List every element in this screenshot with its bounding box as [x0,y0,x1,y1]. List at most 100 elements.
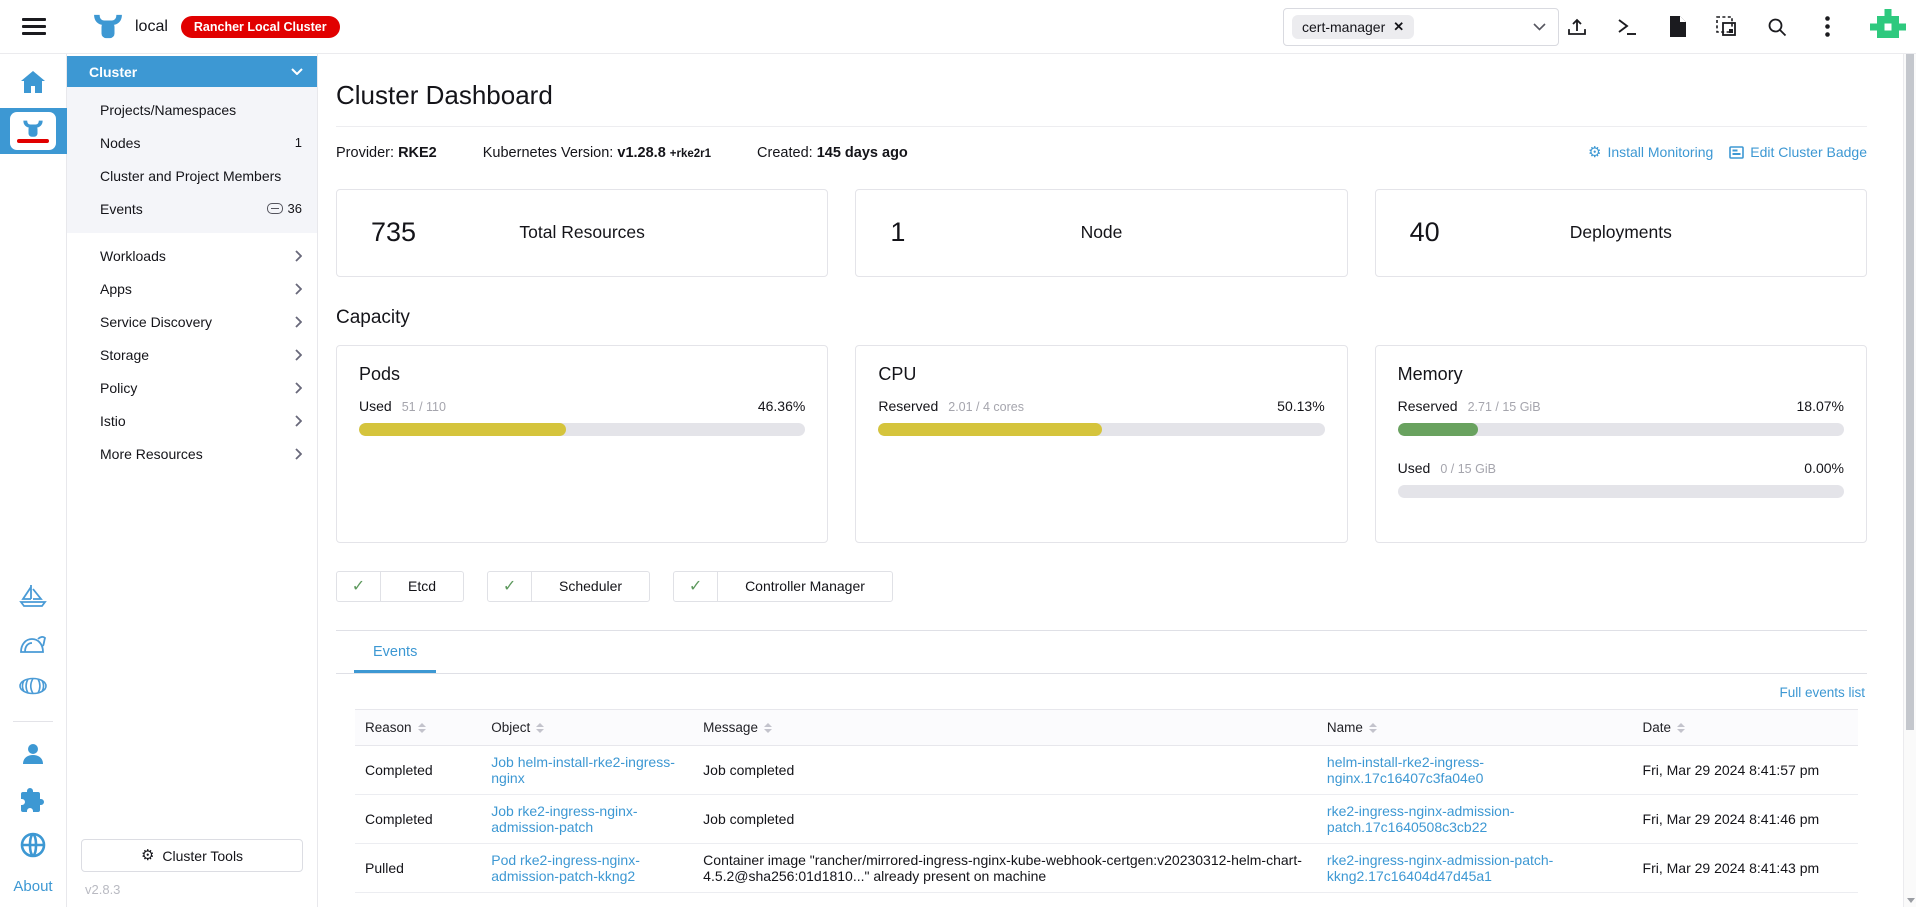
chevron-right-icon [295,282,302,295]
pods-capacity-card: Pods Used 51 / 110 46.36% [336,344,829,543]
cluster-badge: Rancher Local Cluster [180,15,340,38]
event-name-link[interactable]: helm-install-rke2-ingress-nginx.17c16407… [1327,754,1484,786]
sort-icon [763,722,772,733]
scrollbar-thumb[interactable] [1906,54,1914,730]
kebab-menu-icon[interactable] [1816,16,1838,38]
namespace-filter-dropdown[interactable]: cert-manager ✕ [1283,8,1559,46]
event-badge-icon [266,203,283,214]
cluster-management-icon[interactable] [19,631,47,655]
file-icon[interactable] [1666,16,1688,38]
event-object-link[interactable]: Job rke2-ingress-nginx-admission-patch [491,803,637,835]
event-object-link[interactable]: Pod rke2-ingress-nginx-admission-patch-k… [491,852,640,884]
events-panel: Events Full events list Reason Object Me… [336,629,1867,893]
sidebar-item-policy[interactable]: Policy [67,371,317,404]
event-name-link[interactable]: rke2-ingress-nginx-admission-patch-kkng2… [1327,852,1553,884]
rail-divider [13,721,53,722]
continuous-delivery-icon[interactable] [18,677,48,695]
check-icon: ✓ [337,571,381,601]
copy-snapshot-icon[interactable] [1716,15,1738,38]
events-count: 36 [287,201,302,216]
events-table-header: Reason Object Message Name Date [355,708,1858,746]
rancher-logo-icon [93,14,123,40]
home-icon[interactable] [20,70,46,94]
event-name-link[interactable]: rke2-ingress-nginx-admission-patch.17c16… [1327,803,1515,835]
user-avatar[interactable] [1870,8,1906,45]
memory-capacity-card: Memory Reserved 2.71 / 15 GiB 18.07% Use… [1374,344,1867,543]
sidebar-item-istio[interactable]: Istio [67,404,317,437]
kubectl-shell-icon[interactable] [1616,16,1638,38]
edit-cluster-badge-link[interactable]: Edit Cluster Badge [1729,144,1867,160]
chevron-right-icon [295,315,302,328]
gear-icon: ⚙ [140,847,155,864]
namespace-filter-chip: cert-manager ✕ [1292,15,1415,39]
column-object[interactable]: Object [481,708,694,746]
sidebar-item-more-resources[interactable]: More Resources [67,437,317,470]
gear-icon: ⚙ [1587,143,1602,161]
chevron-right-icon [295,381,302,394]
chevron-down-icon [291,68,303,75]
cpu-capacity-card: CPU Reserved 2.01 / 4 cores 50.13% [855,344,1348,543]
sidebar-section-cluster[interactable]: Cluster [67,56,317,87]
event-message: Container image "rancher/mirrored-ingres… [693,843,1317,893]
sidebar-item-nodes[interactable]: Nodes 1 [67,126,317,159]
full-events-list-link[interactable]: Full events list [1779,685,1865,700]
title-divider [336,126,1867,127]
globe-icon[interactable] [20,832,46,858]
column-name[interactable]: Name [1316,708,1633,746]
pods-progress-bar [359,422,806,436]
events-table: Reason Object Message Name Date Complete… [355,708,1858,893]
sidebar-groups: Workloads Apps Service Discovery Storage… [67,233,317,470]
event-reason: Pulled [355,843,482,893]
event-row: Completed Job helm-install-rke2-ingress-… [355,745,1858,795]
about-link[interactable]: About [13,878,52,895]
deployments-value: 40 [1409,217,1440,247]
hamburger-menu-icon[interactable] [0,18,67,35]
chevron-down-icon [1533,23,1546,31]
scrollbar-down-arrow[interactable] [1907,898,1915,903]
install-monitoring-link[interactable]: ⚙ Install Monitoring [1588,144,1713,160]
tab-events[interactable]: Events [354,631,437,673]
events-tabs: Events [336,631,1867,674]
rail-bottom-icons [20,742,46,858]
nodes-count: 1 [294,135,302,150]
import-yaml-icon[interactable] [1566,16,1588,38]
active-cluster-icon[interactable] [0,108,67,154]
column-date[interactable]: Date [1632,708,1858,746]
event-date: Fri, Mar 29 2024 8:41:57 pm [1632,745,1858,795]
progress-fill [359,422,566,436]
sidebar-item-service-discovery[interactable]: Service Discovery [67,305,317,338]
column-reason[interactable]: Reason [355,708,482,746]
progress-fill [1397,422,1479,436]
scheduler-status-badge: ✓ Scheduler [487,570,651,602]
node-card: 1 Node [855,188,1348,277]
search-icon[interactable] [1766,16,1788,38]
cluster-color-bar [17,138,49,143]
brand: local Rancher Local Cluster [93,14,340,40]
sidebar-item-projects-namespaces[interactable]: Projects/Namespaces [67,93,317,126]
chevron-right-icon [295,447,302,460]
sidebar-item-cluster-members[interactable]: Cluster and Project Members [67,159,317,192]
sort-icon [417,722,426,733]
chevron-right-icon [295,348,302,361]
sidebar-item-events[interactable]: Events 36 [67,192,317,225]
cluster-tools-button[interactable]: ⚙ Cluster Tools [81,839,303,872]
event-row: Pulled Pod rke2-ingress-nginx-admission-… [355,843,1858,893]
check-icon: ✓ [488,571,533,601]
remove-filter-icon[interactable]: ✕ [1393,19,1404,35]
users-icon[interactable] [20,742,46,766]
provider-meta: Provider: RKE2 [336,144,437,161]
chevron-right-icon [295,414,302,427]
extensions-icon[interactable] [20,786,46,812]
sidebar-item-apps[interactable]: Apps [67,272,317,305]
sidebar-item-storage[interactable]: Storage [67,338,317,371]
virtualization-management-icon[interactable] [19,583,47,609]
sidebar-item-workloads[interactable]: Workloads [67,239,317,272]
main-shell: About Cluster Projects/Namespaces Nodes … [0,54,1916,907]
event-message: Job completed [693,794,1317,844]
column-message[interactable]: Message [693,708,1317,746]
sort-icon [536,722,545,733]
vertical-scrollbar[interactable] [1903,54,1916,907]
event-object-link[interactable]: Job helm-install-rke2-ingress-nginx [491,754,675,786]
topbar-actions [1566,8,1916,45]
created-meta: Created: 145 days ago [757,144,908,161]
